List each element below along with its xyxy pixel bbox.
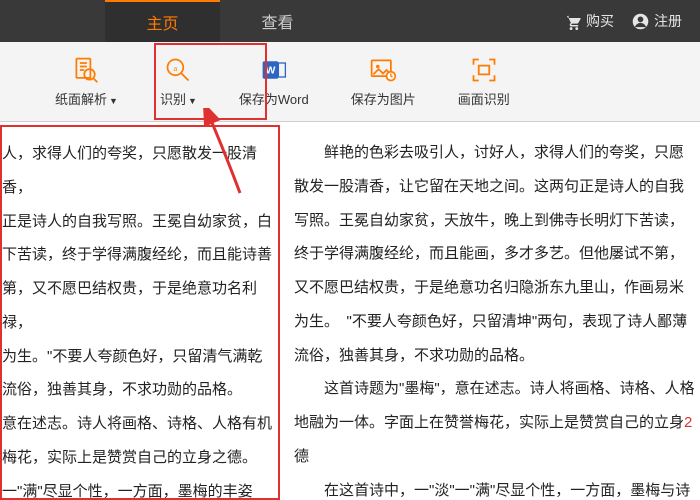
topbar-spacer — [0, 0, 105, 42]
button-label: 画面识别 — [458, 89, 510, 108]
tab-home[interactable]: 主页 — [105, 0, 220, 42]
image-icon — [368, 55, 398, 85]
button-label: 纸面解析▼ — [55, 89, 118, 108]
text-line: 意在述志。诗人将画格、诗格、人格有机 — [2, 407, 272, 441]
right-pane: 鲜艳的色彩去吸引人，讨好人，求得人们的夸奖，只愿散发一股清香，让它留在天地之间。… — [280, 122, 700, 500]
button-label: 保存为Word — [239, 89, 309, 108]
text-line: 第，又不愿巴结权贵，于是绝意功名利禄， — [2, 272, 272, 340]
buy-label: 购买 — [586, 11, 614, 31]
register-label: 注册 — [654, 11, 682, 31]
toolbar: 纸面解析▼ a 识别▼ W 保存为Word 保存为图片 画面识别 — [0, 42, 700, 122]
paragraph: 这首诗题为"墨梅"，意在述志。诗人将画格、诗格、人格地融为一体。字面上在赞誉梅花… — [294, 372, 698, 473]
recognize-icon: a — [163, 55, 193, 85]
text-line: 流俗，独善其身，不求功勋的品格。 — [2, 373, 272, 407]
tab-label: 查看 — [261, 9, 293, 33]
content-area: 人，求得人们的夸奖，只愿散发一股清香，正是诗人的自我写照。王冕自幼家贫，白下苦读… — [0, 122, 700, 500]
page-analysis-button[interactable]: 纸面解析▼ — [55, 55, 118, 108]
user-icon — [632, 13, 649, 30]
text-line: 一"满"尽显个性，一方面，墨梅的丰姿 — [2, 475, 272, 500]
svg-text:a: a — [174, 63, 178, 73]
button-label: 保存为图片 — [351, 89, 416, 108]
text-line: 人，求得人们的夸奖，只愿散发一股清香， — [2, 137, 272, 205]
word-icon: W — [259, 55, 289, 85]
tab-label: 主页 — [146, 10, 178, 34]
topbar-right: 购买 注册 — [564, 0, 700, 42]
text-line: 梅花，实际上是赞赏自己的立身之德。 — [2, 441, 272, 475]
screen-icon — [469, 55, 499, 85]
left-pane: 人，求得人们的夸奖，只愿散发一股清香，正是诗人的自我写照。王冕自幼家贫，白下苦读… — [0, 125, 280, 500]
screen-recognize-button[interactable]: 画面识别 — [458, 55, 510, 108]
tab-view[interactable]: 查看 — [220, 0, 335, 42]
cart-icon — [564, 13, 581, 30]
paragraph: 在这首诗中，一"淡"一"满"尽显个性，一方面，墨梅与诗人傲岸的形象跃然纸上；另一… — [294, 474, 698, 500]
top-bar: 主页 查看 购买 注册 — [0, 0, 700, 42]
page-analysis-icon — [71, 55, 101, 85]
button-label: 识别▼ — [160, 89, 197, 108]
recognize-button[interactable]: a 识别▼ — [160, 55, 197, 108]
save-image-button[interactable]: 保存为图片 — [351, 55, 416, 108]
paragraph: 鲜艳的色彩去吸引人，讨好人，求得人们的夸奖，只愿散发一股清香，让它留在天地之间。… — [294, 136, 698, 372]
svg-text:W: W — [265, 65, 275, 77]
save-word-button[interactable]: W 保存为Word — [239, 55, 309, 108]
register-button[interactable]: 注册 — [632, 11, 682, 31]
text-line: 为生。"不要人夸颜色好，只留清气满乾 — [2, 340, 272, 374]
text-line: 正是诗人的自我写照。王冕自幼家贫，白 — [2, 205, 272, 239]
text-line: 下苦读，终于学得满腹经纶，而且能诗善 — [2, 238, 272, 272]
buy-button[interactable]: 购买 — [564, 11, 614, 31]
